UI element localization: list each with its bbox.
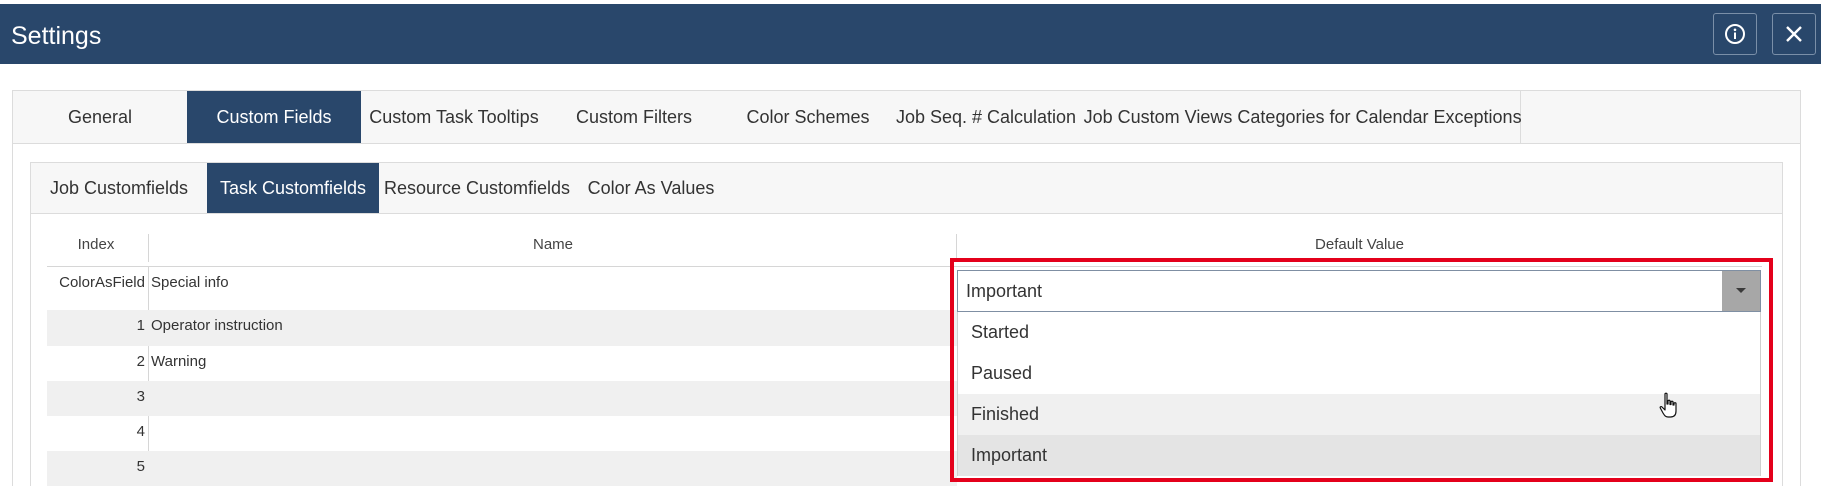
tab-resource-customfields[interactable]: Resource Customfields — [379, 163, 575, 213]
tab-job-custom-views[interactable]: Job Custom Views — [1077, 91, 1239, 143]
dropdown-option-finished[interactable]: Finished — [958, 394, 1760, 435]
tab-general[interactable]: General — [13, 91, 187, 143]
hand-pointer-icon — [1659, 392, 1677, 418]
table-row[interactable]: 1 Operator instruction — [47, 310, 957, 346]
column-header-index[interactable]: Index — [47, 230, 145, 266]
table-row[interactable]: 5 — [47, 451, 957, 486]
column-divider — [148, 234, 149, 262]
row-name: Special info — [151, 274, 229, 291]
tab-color-as-values[interactable]: Color As Values — [575, 163, 727, 213]
column-divider — [956, 234, 957, 262]
main-tab-bar: General Custom Fields Custom Task Toolti… — [12, 90, 1801, 144]
column-header-name[interactable]: Name — [149, 230, 957, 266]
dropdown-toggle[interactable] — [1722, 271, 1760, 311]
row-index: 4 — [136, 423, 145, 440]
row-index: 3 — [136, 388, 145, 405]
tab-color-schemes[interactable]: Color Schemes — [721, 91, 895, 143]
title-bar: Settings — [0, 4, 1821, 64]
caret-down-icon — [1736, 288, 1746, 293]
column-header-default-value[interactable]: Default Value — [957, 230, 1762, 266]
close-button[interactable] — [1772, 13, 1816, 55]
table-row[interactable]: 4 — [47, 416, 957, 451]
tab-custom-filters[interactable]: Custom Filters — [547, 91, 721, 143]
tab-task-customfields[interactable]: Task Customfields — [207, 163, 379, 213]
table-row[interactable]: 2 Warning — [47, 346, 957, 381]
dropdown-list: Started Paused Finished Important — [957, 312, 1761, 476]
tab-custom-task-tooltips[interactable]: Custom Task Tooltips — [361, 91, 547, 143]
table-row[interactable]: 3 — [47, 381, 957, 416]
dropdown-option-important[interactable]: Important — [958, 435, 1760, 476]
close-icon — [1786, 26, 1802, 42]
table-row[interactable]: ColorAsField Special info — [47, 267, 957, 310]
row-index: 5 — [136, 458, 145, 475]
tab-job-seq-calculation[interactable]: Job Seq. # Calculation — [895, 91, 1077, 143]
row-index: 1 — [136, 317, 145, 334]
default-value-dropdown[interactable]: Important — [957, 270, 1761, 312]
info-icon — [1725, 24, 1745, 44]
dropdown-option-started[interactable]: Started — [958, 312, 1760, 353]
window-title: Settings — [11, 22, 102, 50]
row-index: ColorAsField — [59, 274, 145, 291]
info-button[interactable] — [1713, 13, 1757, 55]
sub-tab-bar: Job Customfields Task Customfields Resou… — [30, 162, 1783, 214]
dropdown-option-paused[interactable]: Paused — [958, 353, 1760, 394]
dropdown-selected-value: Important — [966, 281, 1043, 301]
row-name: Warning — [151, 353, 207, 370]
row-index: 2 — [136, 353, 145, 370]
tab-custom-fields[interactable]: Custom Fields — [187, 91, 361, 143]
tab-job-customfields[interactable]: Job Customfields — [31, 163, 207, 213]
row-name: Operator instruction — [151, 317, 283, 334]
tab-categories-calendar-exceptions[interactable]: Categories for Calendar Exceptions — [1237, 91, 1522, 143]
